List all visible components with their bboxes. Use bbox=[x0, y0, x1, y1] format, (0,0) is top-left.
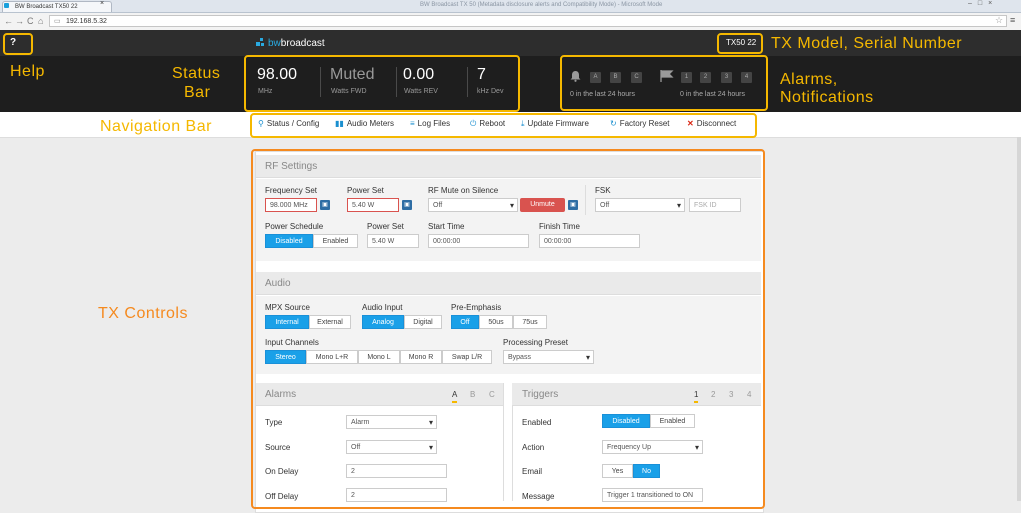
navigation-annotation: Navigation Bar bbox=[100, 118, 212, 135]
home-icon[interactable]: ⌂ bbox=[38, 16, 43, 26]
url-input[interactable]: 192.168.5.32 bbox=[49, 15, 1007, 27]
alarms-annotation-line1: Alarms, bbox=[780, 71, 838, 88]
browser-tab[interactable]: BW Broadcast TX50 22 bbox=[2, 1, 112, 12]
logo-suffix: broadcast bbox=[280, 38, 325, 49]
help-annotation-box bbox=[3, 33, 33, 55]
bookmark-star-icon[interactable]: ☆ bbox=[995, 15, 1003, 26]
page-scrollbar[interactable] bbox=[1017, 137, 1021, 501]
logo-prefix: bw bbox=[268, 38, 281, 49]
tx-controls-annotation: TX Controls bbox=[98, 305, 188, 322]
status-bar-annotation-box bbox=[244, 55, 520, 112]
page-icon: ▭ bbox=[54, 18, 61, 25]
navigation-annotation-box bbox=[250, 113, 757, 138]
logo-mark-icon bbox=[256, 38, 264, 46]
model-annotation-box bbox=[717, 33, 763, 54]
window-title: BW Broadcast TX 50 (Metadata disclosure … bbox=[420, 2, 663, 8]
alarms-annotation-box bbox=[560, 55, 768, 111]
back-icon[interactable]: ← bbox=[4, 16, 13, 26]
help-annotation: Help bbox=[10, 63, 45, 80]
browser-menu-icon[interactable]: ≡ bbox=[1010, 15, 1015, 25]
alarms-annotation-line2: Notifications bbox=[780, 89, 874, 106]
forward-icon[interactable]: → bbox=[15, 16, 24, 26]
brand-logo: bwbroadcast bbox=[268, 38, 325, 49]
reload-icon[interactable]: C bbox=[27, 16, 34, 26]
tx-controls-annotation-box bbox=[251, 149, 765, 509]
status-bar-annotation-line1: Status bbox=[172, 65, 221, 82]
model-serial-annotation: TX Model, Serial Number bbox=[771, 35, 963, 52]
window-controls[interactable]: –□× bbox=[968, 0, 998, 7]
status-bar-annotation-line2: Bar bbox=[184, 84, 211, 101]
tab-close-icon[interactable]: × bbox=[100, 0, 104, 7]
favicon-icon bbox=[4, 3, 9, 8]
